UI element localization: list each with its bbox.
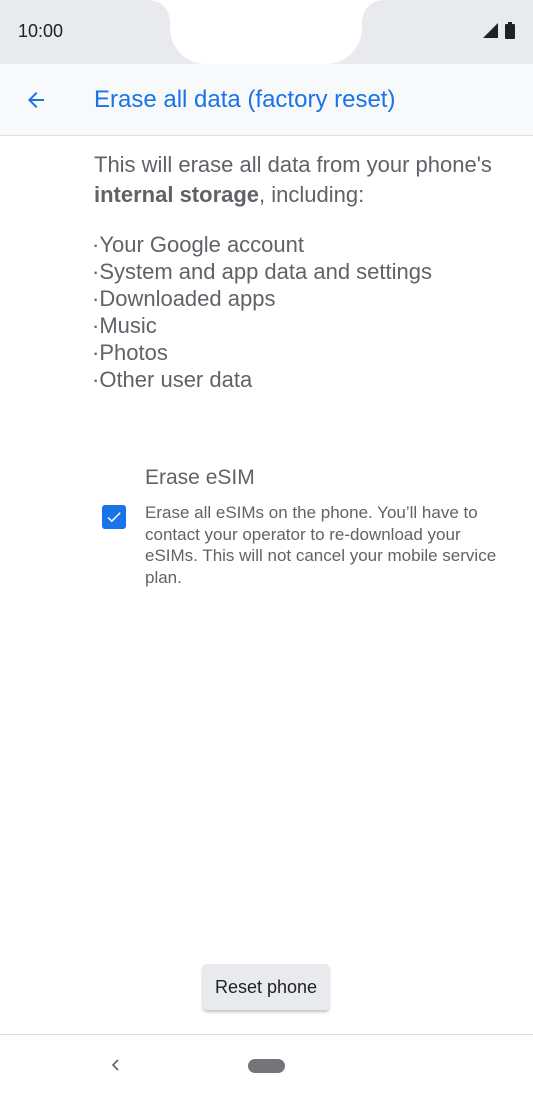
battery-icon xyxy=(505,22,515,39)
home-pill-icon[interactable] xyxy=(248,1059,285,1073)
app-bar: Erase all data (factory reset) xyxy=(0,64,533,136)
erase-esim-option[interactable]: Erase eSIM Erase all eSIMs on the phone.… xyxy=(0,460,533,600)
erase-esim-checkbox[interactable] xyxy=(102,505,126,529)
intro-bold: internal storage xyxy=(94,182,260,207)
chevron-left-icon xyxy=(111,1059,119,1071)
navigation-bar xyxy=(0,1034,533,1096)
display-notch xyxy=(150,0,382,64)
list-item: ·System and app data and settings xyxy=(92,259,432,284)
erase-items-list: ·Your Google account ·System and app dat… xyxy=(92,231,432,393)
list-item: ·Music xyxy=(92,313,157,338)
status-icons xyxy=(482,22,515,39)
erase-esim-description: Erase all eSIMs on the phone. You’ll hav… xyxy=(145,503,497,587)
status-time: 10:00 xyxy=(18,21,64,41)
check-icon xyxy=(107,512,121,523)
reset-phone-button[interactable]: Reset phone xyxy=(203,964,329,1010)
intro-suffix: , including: xyxy=(259,182,365,207)
list-item: ·Other user data xyxy=(92,367,253,392)
signal-icon xyxy=(483,23,498,38)
page-title: Erase all data (factory reset) xyxy=(94,86,396,113)
intro-text: This will erase all data from your phone… xyxy=(94,150,524,210)
list-item: ·Downloaded apps xyxy=(92,286,276,311)
intro-prefix: This will erase all data from your phone… xyxy=(94,152,492,177)
list-item: ·Photos xyxy=(92,340,168,365)
list-item: ·Your Google account xyxy=(92,232,304,257)
erase-esim-title: Erase eSIM xyxy=(145,466,255,489)
arrow-left-icon xyxy=(28,92,44,108)
back-button[interactable] xyxy=(14,78,58,122)
nav-back-button[interactable] xyxy=(104,1053,128,1077)
status-bar: 10:00 xyxy=(0,0,533,64)
